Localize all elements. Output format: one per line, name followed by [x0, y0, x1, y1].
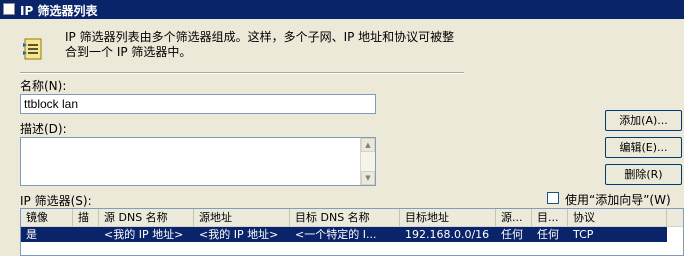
cell-description	[73, 227, 99, 242]
description-label: 描述(D):	[20, 122, 67, 136]
cell-mirror: 是	[26, 228, 37, 241]
window-title: IP 筛选器列表	[20, 4, 98, 18]
column-header-source-port[interactable]: 源...	[496, 209, 532, 226]
description-field[interactable]: ▲ ▼	[20, 137, 376, 186]
column-header-source-dns[interactable]: 源 DNS 名称	[99, 209, 194, 226]
use-wizard-checkbox[interactable]	[547, 192, 559, 204]
cell-protocol: TCP	[573, 228, 594, 241]
add-button[interactable]: 添加(A)...	[605, 110, 682, 131]
column-header-description[interactable]: 描	[73, 209, 99, 226]
description-scrollbar[interactable]: ▲ ▼	[360, 138, 375, 185]
cell-destination-dns: <一个特定的 I...	[295, 228, 377, 241]
cell-source-port: 任何	[501, 228, 523, 241]
title-bar: IP 筛选器列表	[0, 0, 684, 19]
cell-source-dns: <我的 IP 地址>	[104, 228, 184, 241]
scroll-up-arrow-icon[interactable]: ▲	[361, 138, 375, 152]
table-header: 镜像 描 源 DNS 名称 源地址 目标 DNS 名称 目标地址 源... 目.…	[21, 209, 683, 227]
table-row[interactable]: 是 <我的 IP 地址> <我的 IP 地址> <一个特定的 I... 192.…	[21, 227, 667, 242]
name-label: 名称(N):	[20, 79, 67, 93]
scroll-down-arrow-icon[interactable]: ▼	[361, 171, 375, 185]
cell-destination-address: 192.168.0.0/16	[405, 228, 490, 241]
column-header-destination-address[interactable]: 目标地址	[400, 209, 496, 226]
column-header-destination-port[interactable]: 目...	[532, 209, 568, 226]
column-header-destination-dns[interactable]: 目标 DNS 名称	[290, 209, 400, 226]
remove-button[interactable]: 删除(R)	[605, 164, 682, 185]
column-header-mirror[interactable]: 镜像	[21, 209, 73, 226]
cell-destination-port: 任何	[537, 228, 559, 241]
ip-filter-list-icon	[23, 38, 42, 60]
ip-filters-label: IP 筛选器(S):	[20, 194, 92, 208]
header-separator	[20, 72, 464, 74]
cell-source-address: <我的 IP 地址>	[199, 228, 279, 241]
ip-filters-table: 镜像 描 源 DNS 名称 源地址 目标 DNS 名称 目标地址 源... 目.…	[20, 208, 684, 256]
window-icon	[3, 3, 15, 15]
header-description: IP 筛选器列表由多个筛选器组成。这样，多个子网、IP 地址和协议可被整 合到一…	[65, 30, 455, 59]
column-header-protocol[interactable]: 协议	[568, 209, 667, 226]
column-header-source-address[interactable]: 源地址	[194, 209, 290, 226]
name-field[interactable]: ttblock lan	[20, 94, 376, 114]
use-wizard-label: 使用“添加向导”(W)	[565, 193, 671, 207]
edit-button[interactable]: 编辑(E)...	[605, 137, 682, 158]
